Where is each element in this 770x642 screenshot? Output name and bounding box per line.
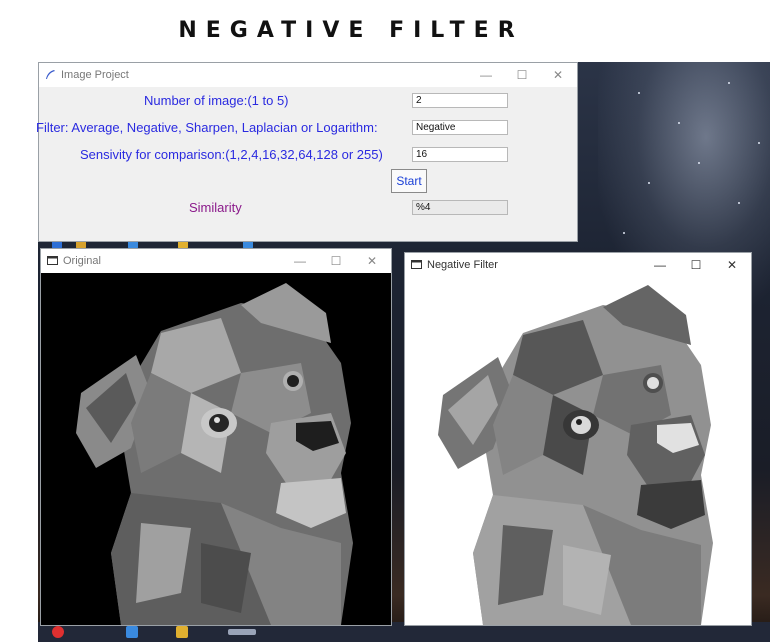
similarity-label: Similarity [189, 200, 242, 215]
negative-window: Negative Filter — ☐ ✕ [404, 252, 752, 626]
maximize-button[interactable]: ☐ [683, 256, 709, 274]
original-titlebar[interactable]: Original — ☐ ✕ [41, 249, 391, 273]
maximize-button[interactable]: ☐ [509, 66, 535, 84]
star [728, 82, 730, 84]
main-window-title: Image Project [61, 69, 129, 81]
similarity-output: %4 [412, 200, 508, 215]
taskbar-icon[interactable] [176, 626, 188, 638]
star [698, 162, 700, 164]
window-icon [411, 260, 422, 269]
minimize-button[interactable]: — [287, 252, 313, 270]
close-button[interactable]: ✕ [545, 66, 571, 84]
original-image-canvas [41, 273, 391, 625]
filter-input[interactable]: Negative [412, 120, 508, 135]
num-images-label: Number of image:(1 to 5) [144, 93, 289, 108]
star [758, 142, 760, 144]
page-title: NEGATIVE FILTER [178, 18, 524, 43]
taskbar-icon[interactable] [126, 626, 138, 638]
close-button[interactable]: ✕ [719, 256, 745, 274]
negative-image-canvas [405, 277, 751, 625]
dog-image [76, 283, 353, 625]
sensitivity-label: Sensivity for comparison:(1,2,4,16,32,64… [80, 147, 383, 162]
close-button[interactable]: ✕ [359, 252, 385, 270]
taskbar-icon[interactable] [52, 626, 64, 638]
taskbar-icon[interactable] [228, 629, 256, 635]
star [623, 232, 625, 234]
main-titlebar[interactable]: Image Project — ☐ ✕ [39, 63, 577, 87]
window-icon [47, 256, 58, 265]
filter-label: Filter: Average, Negative, Sharpen, Lapl… [36, 120, 378, 135]
maximize-button[interactable]: ☐ [323, 252, 349, 270]
feather-icon [46, 70, 55, 79]
original-window-title: Original [63, 255, 101, 267]
negative-titlebar[interactable]: Negative Filter — ☐ ✕ [405, 253, 751, 277]
star [648, 182, 650, 184]
start-button[interactable]: Start [391, 169, 427, 193]
original-window: Original — ☐ ✕ [40, 248, 392, 626]
minimize-button[interactable]: — [473, 66, 499, 84]
minimize-button[interactable]: — [647, 256, 673, 274]
negative-window-title: Negative Filter [427, 259, 498, 271]
star [678, 122, 680, 124]
inverted-dog-image [438, 285, 713, 625]
num-images-input[interactable]: 2 [412, 93, 508, 108]
sensitivity-input[interactable]: 16 [412, 147, 508, 162]
main-window: Image Project — ☐ ✕ Number of image:(1 t… [36, 62, 578, 242]
star [638, 92, 640, 94]
star [738, 202, 740, 204]
